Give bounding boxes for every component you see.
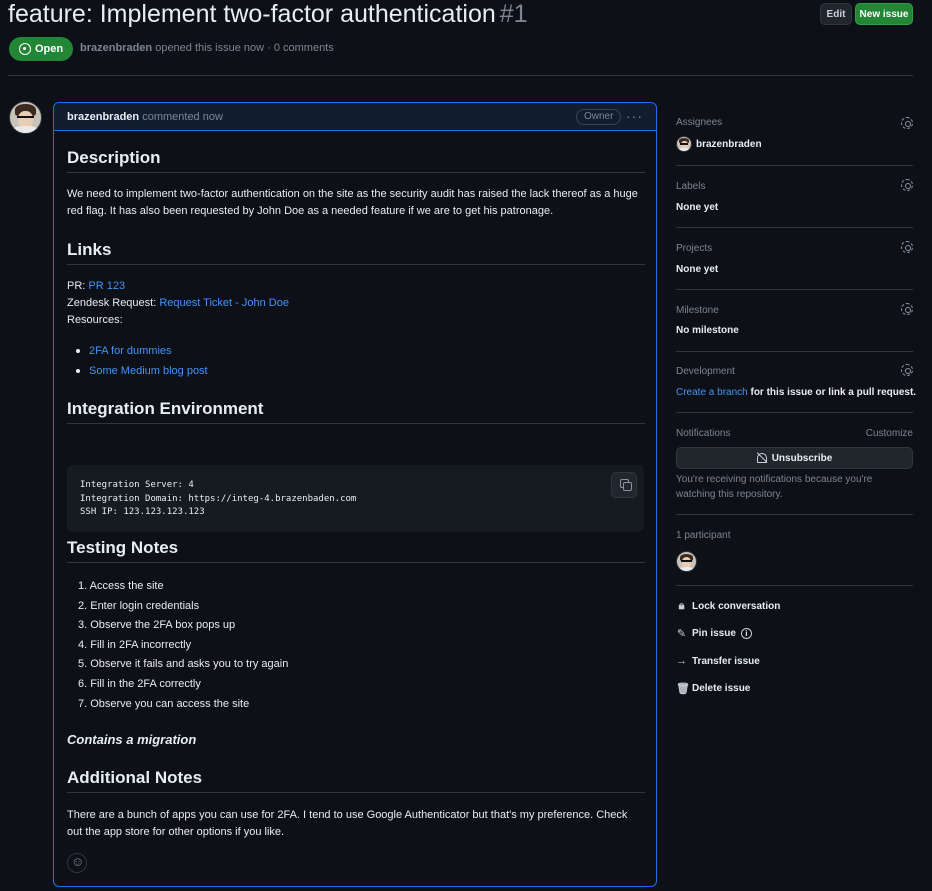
projects-gear-icon[interactable] <box>901 241 913 253</box>
resources-label: Resources: <box>67 314 123 326</box>
milestone-gear-icon[interactable] <box>901 303 913 315</box>
divider <box>676 165 913 166</box>
development-label: Development <box>676 366 735 377</box>
development-gear-icon[interactable] <box>901 364 913 376</box>
pr-link[interactable]: PR 123 <box>88 280 125 292</box>
projects-label: Projects <box>676 243 713 254</box>
list-item: 2FA for dummies <box>67 341 208 361</box>
additional-text: There are a bunch of apps you can use fo… <box>67 809 628 838</box>
owner-badge: Owner <box>576 109 622 125</box>
integration-heading: Integration Environment <box>67 399 645 424</box>
transfer-issue-button[interactable]: → Transfer issue <box>676 655 760 667</box>
divider <box>676 227 913 228</box>
list-item: Some Medium blog post <box>67 361 208 381</box>
issue-title-text: feature: Implement two-factor authentica… <box>8 0 496 28</box>
labels-value: None yet <box>676 202 719 213</box>
pr-line: PR: PR 123 <box>67 278 645 295</box>
zendesk-line: Zendesk Request: Request Ticket - John D… <box>67 295 645 312</box>
development-text: for this issue or link a pull request. <box>747 387 917 398</box>
description-text: We need to implement two-factor authenti… <box>67 188 638 217</box>
list-item: 7. Observe you can access the site <box>78 697 250 710</box>
list-item: 3. Observe the 2FA box pops up <box>78 619 236 632</box>
resource-link-2[interactable]: Some Medium blog post <box>89 365 208 377</box>
list-item: 2. Enter login credentials <box>78 599 200 612</box>
code-block: Integration Server: 4 Integration Domain… <box>67 465 644 532</box>
assignee-name[interactable]: brazenbraden <box>696 139 762 150</box>
issue-comment: brazenbraden commented now Owner ··· Des… <box>53 102 657 887</box>
comment-header: brazenbraden commented now Owner ··· <box>54 103 656 131</box>
arrow-right-icon: → <box>676 655 687 667</box>
lock-icon: 🔒︎ <box>678 600 685 612</box>
create-branch-link[interactable]: Create a branch <box>676 387 748 398</box>
development-value: Create a branch for this issue or link a… <box>676 387 916 398</box>
add-reaction-icon[interactable] <box>67 853 87 873</box>
migration-note: Contains a migration <box>67 732 197 747</box>
milestone-value: No milestone <box>676 325 739 336</box>
list-item: 1. Access the site <box>78 580 164 592</box>
issue-sidebar: Assignees brazenbraden Labels None yet P… <box>676 0 916 891</box>
notifications-label: Notifications <box>676 428 731 439</box>
lock-label: Lock conversation <box>692 601 781 612</box>
info-icon[interactable]: i <box>740 628 752 639</box>
zendesk-label: Zendesk Request: <box>67 297 160 309</box>
divider <box>676 351 913 352</box>
milestone-label: Milestone <box>676 305 719 316</box>
transfer-label: Transfer issue <box>692 655 760 667</box>
customize-link[interactable]: Customize <box>866 428 913 439</box>
issue-meta: brazenbraden opened this issue now · 0 c… <box>80 42 334 54</box>
participant-avatar[interactable] <box>676 551 697 572</box>
list-item: 6. Fill in the 2FA correctly <box>78 677 201 690</box>
bell-slash-icon <box>756 453 767 463</box>
comment-author-line: brazenbraden commented now <box>67 111 223 123</box>
code-content: Integration Server: 4 Integration Domain… <box>80 480 357 517</box>
delete-label: Delete issue <box>692 683 751 694</box>
list-item: 5. Observe it fails and asks you to try … <box>78 658 289 671</box>
delete-issue-button[interactable]: 🗑︎ Delete issue <box>676 682 750 695</box>
divider <box>676 514 913 515</box>
zendesk-link[interactable]: Request Ticket - John Doe <box>159 297 289 309</box>
trash-icon: 🗑︎ <box>676 683 690 695</box>
additional-heading: Additional Notes <box>67 768 645 793</box>
resources-list: 2FA for dummies Some Medium blog post <box>67 341 208 381</box>
avatar[interactable] <box>9 101 42 134</box>
issue-open-icon <box>18 43 31 55</box>
list-item: 4. Fill in 2FA incorrectly <box>78 638 192 651</box>
assignees-label: Assignees <box>676 117 723 128</box>
projects-value: None yet <box>676 264 719 275</box>
issue-number: #1 <box>499 0 528 28</box>
pin-icon: ✎ <box>676 628 687 640</box>
issue-meta-text: opened this issue now · 0 comments <box>155 42 334 54</box>
unsubscribe-button[interactable]: Unsubscribe <box>676 447 913 469</box>
notifications-note: You're receiving notifications because y… <box>676 474 873 500</box>
comment-author-link[interactable]: brazenbraden <box>67 111 139 123</box>
status-badge: Open <box>9 37 73 61</box>
resource-link-1[interactable]: 2FA for dummies <box>89 345 172 357</box>
copy-icon[interactable] <box>611 472 637 498</box>
divider <box>676 585 913 586</box>
testing-steps-list: 1. Access the site 2. Enter login creden… <box>67 577 288 714</box>
comment-timestamp[interactable]: commented now <box>142 111 223 123</box>
testing-heading: Testing Notes <box>67 538 645 563</box>
unsubscribe-label: Unsubscribe <box>771 452 833 464</box>
pin-issue-button[interactable]: ✎ Pin issue i <box>676 627 752 640</box>
pin-label: Pin issue <box>692 628 736 639</box>
participants-label: 1 participant <box>676 530 731 541</box>
issue-author-link[interactable]: brazenbraden <box>80 42 152 54</box>
assignees-gear-icon[interactable] <box>901 117 913 129</box>
pr-label: PR: <box>67 280 89 292</box>
divider <box>676 412 913 413</box>
labels-label: Labels <box>676 181 706 192</box>
description-heading: Description <box>67 148 645 173</box>
page-title: feature: Implement two-factor authentica… <box>8 0 528 29</box>
links-heading: Links <box>67 240 645 265</box>
divider <box>676 289 913 290</box>
labels-gear-icon[interactable] <box>901 179 913 191</box>
assignee-avatar[interactable] <box>676 136 692 152</box>
kebab-menu-icon[interactable]: ··· <box>626 108 643 124</box>
lock-conversation-button[interactable]: 🔒︎ Lock conversation <box>676 600 781 613</box>
status-label: Open <box>34 43 64 55</box>
